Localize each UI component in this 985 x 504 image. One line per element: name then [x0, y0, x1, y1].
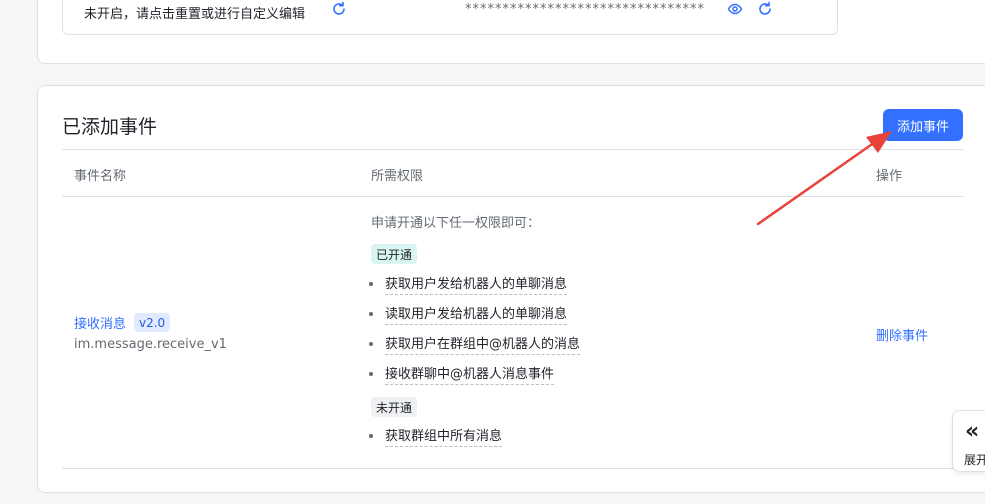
permission-item: 接收群聊中@机器人消息事件 — [369, 363, 555, 385]
reset-icon[interactable] — [757, 1, 773, 17]
permission-item: 读取用户发给机器人的单聊消息 — [369, 303, 568, 325]
permission-label[interactable]: 获取群组中所有消息 — [385, 425, 503, 447]
opened-status-tag: 已开通 — [371, 244, 418, 264]
permission-label[interactable]: 获取用户在群组中@机器人的消息 — [385, 333, 581, 355]
card-title: 已添加事件 — [62, 116, 158, 138]
table-header: 事件名称 所需权限 操作 — [62, 149, 963, 197]
column-header-actions: 操作 — [876, 169, 903, 184]
delete-event-link[interactable]: 删除事件 — [876, 325, 928, 344]
permission-label[interactable]: 获取用户发给机器人的单聊消息 — [385, 273, 568, 295]
bullet-icon — [369, 342, 373, 346]
permission-label[interactable]: 读取用户发给机器人的单聊消息 — [385, 303, 568, 325]
refresh-icon[interactable] — [331, 1, 347, 17]
encrypt-key-row: 未开启，请点击重置或进行自定义编辑 **********************… — [62, 0, 838, 35]
permission-item: 获取群组中所有消息 — [369, 425, 503, 447]
column-header-permissions: 所需权限 — [371, 169, 424, 184]
expand-panel-button[interactable]: « 展开 — [952, 410, 985, 472]
bullet-icon — [369, 372, 373, 376]
closed-status-tag: 未开通 — [371, 397, 418, 417]
encrypt-status-hint: 未开启，请点击重置或进行自定义编辑 — [84, 7, 306, 22]
permission-label[interactable]: 接收群聊中@机器人消息事件 — [385, 363, 555, 385]
column-header-event-name: 事件名称 — [74, 169, 127, 184]
bullet-icon — [369, 282, 373, 286]
permission-hint: 申请开通以下任一权限即可： — [371, 216, 541, 231]
row-divider — [62, 468, 963, 469]
permission-item: 获取用户在群组中@机器人的消息 — [369, 333, 581, 355]
double-chevron-left-icon: « — [965, 419, 979, 444]
permission-item: 获取用户发给机器人的单聊消息 — [369, 273, 568, 295]
bullet-icon — [369, 434, 373, 438]
expand-label: 展开 — [964, 453, 985, 467]
add-event-button[interactable]: 添加事件 — [883, 109, 963, 141]
eye-icon[interactable] — [727, 1, 743, 17]
bullet-icon — [369, 312, 373, 316]
event-name-link[interactable]: 接收消息 — [74, 313, 126, 332]
version-badge: v2.0 — [134, 313, 171, 332]
event-code: im.message.receive_v1 — [74, 337, 227, 352]
secret-value: ******************************** — [465, 2, 705, 17]
